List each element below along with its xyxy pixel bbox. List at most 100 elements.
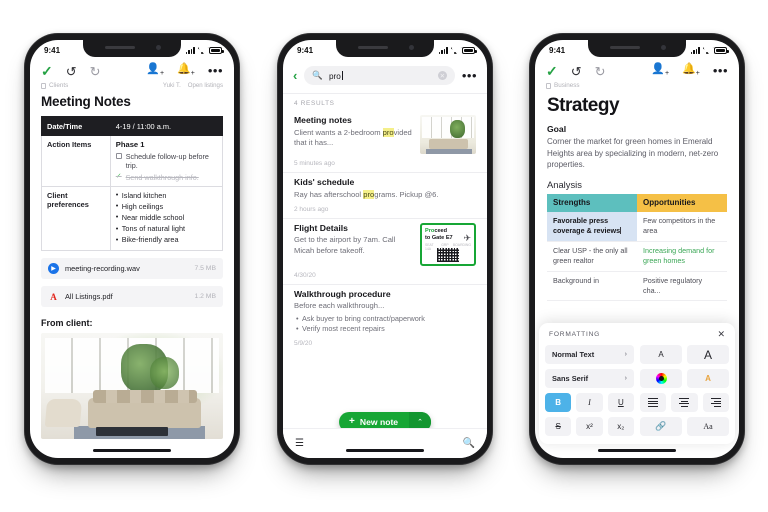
tag-list: Yuki T. Open listings [163,82,223,89]
todo-item[interactable]: Schedule follow-up before trip. [115,152,217,170]
align-right-button[interactable] [702,393,729,412]
bold-button[interactable]: B [545,393,572,412]
menu-icon[interactable]: ☰ [295,438,306,449]
notebook-icon [41,82,46,89]
font-label: Sans Serif [552,374,589,383]
check-icon[interactable]: ✓ [116,173,122,180]
text-color-button[interactable] [640,369,682,388]
todo-label: Schedule follow-up before trip. [125,152,209,170]
tag-item[interactable]: Yuki T. [163,82,181,89]
phone-3-screen: 9:41 ✓ ↺ ↻ 👤+ 🔔+ ••• Business Strategy G… [535,40,739,458]
search-bar: ‹ 🔍 pro ✕ ••• [283,59,487,93]
todo-item[interactable]: ✓ Send walkthrough info. [116,173,217,182]
note-body: Strategy Goal Corner the market for gree… [535,95,739,302]
search-result-item[interactable]: Walkthrough procedure Before each walkth… [283,283,487,352]
confirm-check-icon[interactable]: ✓ [546,64,558,78]
align-center-icon [679,396,690,409]
screenshot-root: 9:41 ✓ ↺ ↻ 👤+ 🔔+ ••• Clients Yuki T. Ope… [0,0,768,512]
list-item: Tons of natural light [116,224,217,234]
redo-icon[interactable]: ↻ [595,65,606,78]
more-options-icon[interactable]: ••• [462,69,477,82]
notebook-icon [546,82,551,89]
qr-code-icon [437,247,459,262]
wifi-icon [703,47,712,54]
result-title: Walkthrough procedure [294,288,391,299]
attachment-row[interactable]: ▶ meeting-recording.wav 7.5 MB [41,258,223,280]
search-result-item[interactable]: Meeting notes Client wants a 2-bedroom p… [283,111,487,172]
battery-icon [462,47,477,54]
phone-2-screen: 9:41 ‹ 🔍 pro ✕ ••• 4 RESULTS Meeting not… [283,40,487,458]
search-icon[interactable]: 🔍 [463,438,475,449]
note-body: Meeting Notes Date/Time 4-19 / 11:00 a.m… [30,94,234,440]
undo-icon[interactable]: ↺ [571,65,582,78]
cell-key: Date/Time [41,116,111,136]
home-indicator [598,449,676,452]
status-time: 9:41 [44,46,61,55]
bell-add-icon[interactable]: 🔔+ [177,64,195,78]
search-input[interactable]: 🔍 pro ✕ [304,66,455,85]
attachment-row[interactable]: A All Listings.pdf 1.2 MB [41,286,223,308]
checkbox-icon[interactable] [115,152,122,159]
cell-strength-selected[interactable]: Favorable press coverage & reviews [547,211,637,242]
chevron-right-icon: › [624,351,627,358]
clear-icon[interactable]: ✕ [437,71,447,80]
cell-opportunity[interactable]: Increasing demand for green homes [637,241,727,272]
result-timestamp: 5/9/20 [294,339,313,347]
confirm-check-icon[interactable]: ✓ [41,64,53,78]
close-icon[interactable]: ✕ [717,330,725,339]
swot-table: Strengths Opportunities Favorable press … [547,193,727,302]
undo-icon[interactable]: ↺ [66,65,77,78]
font-selector[interactable]: Sans Serif › [545,369,634,388]
cell-value: Phase 1 Schedule follow-up before trip. … [109,135,224,187]
new-note-label: New note [359,417,399,427]
editor-toolbar: ✓ ↺ ↻ 👤+ 🔔+ ••• [30,59,234,81]
airplane-icon: ✈ [463,232,471,243]
result-title: Meeting notes [294,115,352,125]
align-left-button[interactable] [640,393,667,412]
table-header-row: Strengths Opportunities [547,193,727,212]
person-add-icon[interactable]: 👤+ [651,64,669,78]
highlight-color-button[interactable]: A [687,369,729,388]
superscript-button[interactable]: x² [576,417,603,436]
list-item: High ceilings [116,201,217,211]
person-add-icon[interactable]: 👤+ [146,64,164,78]
cell-strength[interactable]: Background in [547,271,637,302]
preference-list: Island kitchen High ceilings Near middle… [116,190,217,244]
breadcrumb-label: Clients [49,82,69,89]
clear-formatting-button[interactable]: Aa [687,417,729,436]
cell-opportunity[interactable]: Few competitors in the area [637,211,727,242]
underline-button[interactable]: U [607,393,634,412]
bell-add-icon[interactable]: 🔔+ [682,64,700,78]
breadcrumb[interactable]: Business [546,82,580,89]
strikethrough-button[interactable]: S [545,417,572,436]
italic-button[interactable]: I [576,393,603,412]
subscript-button[interactable]: x₂ [607,417,634,436]
todo-label: Send walkthrough info. [125,172,199,182]
back-icon[interactable]: ‹ [293,69,297,82]
notch [588,40,686,57]
search-result-item[interactable]: Flight Details Get to the airport by 7am… [283,217,487,284]
result-bullet-list: Ask buyer to bring contract/paperwork Ve… [294,314,476,335]
breadcrumb[interactable]: Clients [41,82,68,89]
pdf-file-icon: A [50,291,57,302]
more-options-icon[interactable]: ••• [208,64,223,77]
search-highlight: pro [363,189,375,199]
cell-strength[interactable]: Clear USP - the only all green realtor [547,241,637,272]
client-photo[interactable] [41,333,223,440]
search-result-item[interactable]: Kids' schedule Ray has afterschool progr… [283,172,487,218]
font-size-decrease-button[interactable]: A [640,345,682,364]
insert-link-button[interactable]: 🔗 [640,417,682,436]
home-indicator [93,449,171,452]
redo-icon[interactable]: ↻ [90,65,101,78]
cell-opportunity[interactable]: Positive regulatory cha... [637,271,727,302]
phase-label: Phase 1 [115,140,145,149]
results-count: 4 RESULTS [283,93,487,111]
tag-item[interactable]: Open listings [188,82,223,89]
table-row-action-items: Action Items Phase 1 Schedule follow-up … [41,135,224,187]
more-options-icon[interactable]: ••• [713,64,728,77]
result-title: Kids' schedule [294,177,355,187]
align-center-button[interactable] [671,393,698,412]
font-size-increase-button[interactable]: A [687,345,729,364]
text-style-selector[interactable]: Normal Text › [545,345,634,364]
table-row: Favorable press coverage & reviews Few c… [547,211,727,242]
